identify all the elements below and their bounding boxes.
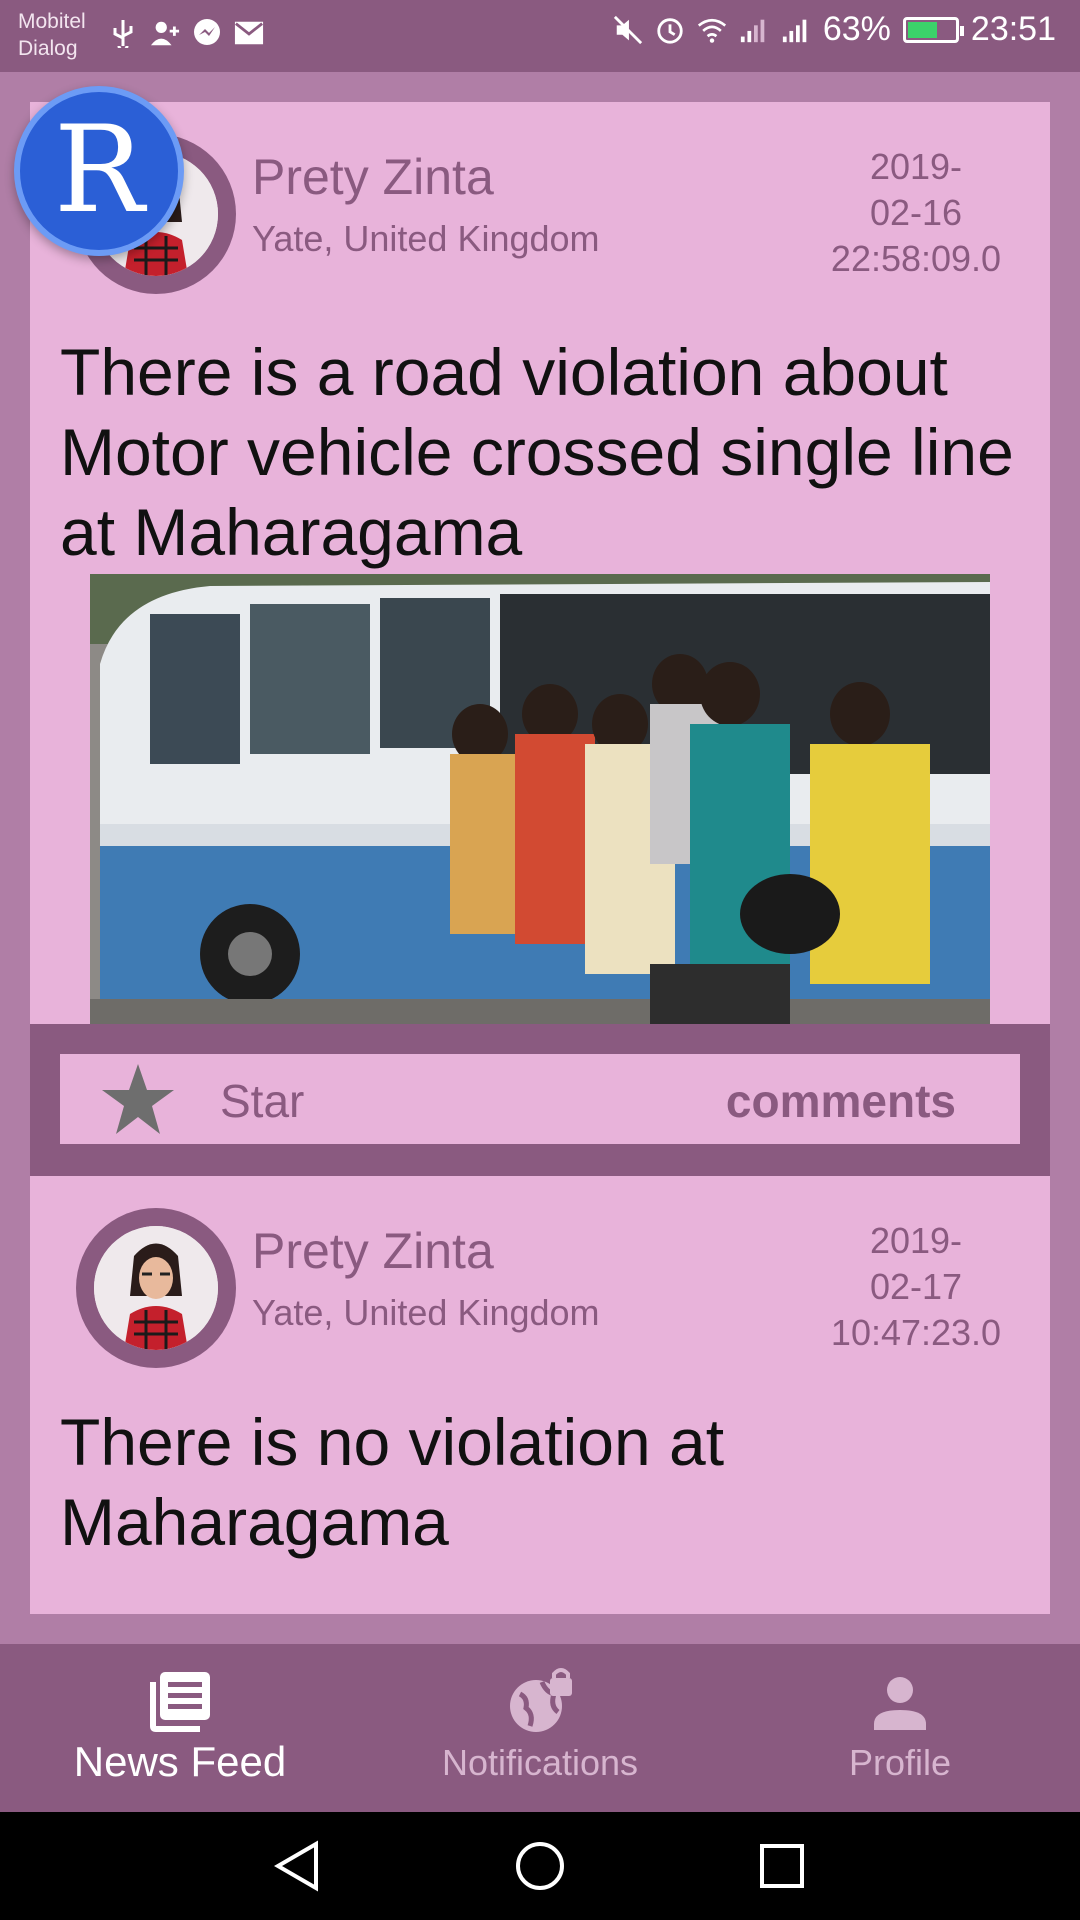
carrier-line-2: Dialog (18, 37, 78, 60)
notification-icons (108, 18, 264, 48)
mail-icon (234, 18, 264, 48)
post-time-line: 10:47:23.0 (830, 1312, 1002, 1353)
system-navigation-bar (0, 1812, 1080, 1920)
post-location: Yate, United Kingdom (252, 218, 600, 259)
post-time-line: 22:58:09.0 (830, 238, 1002, 279)
post-author-name[interactable]: Prety Zinta (252, 1222, 494, 1280)
alarm-icon (655, 15, 685, 45)
floating-r-badge[interactable]: R (14, 86, 184, 256)
post-image[interactable] (90, 574, 990, 1024)
add-contact-icon (150, 18, 180, 48)
globe-lock-icon (506, 1668, 574, 1736)
post-timestamp: 2019- 02-17 10:47:23.0 (816, 1218, 1016, 1356)
post-location: Yate, United Kingdom (252, 1292, 600, 1333)
nav-label-notifications: Notifications (441, 1742, 639, 1783)
nav-label-news-feed: News Feed (73, 1738, 287, 1785)
signal-icon (739, 15, 769, 45)
post-actions: Star comments (30, 1024, 1050, 1176)
news-feed[interactable]: Prety Zinta Yate, United Kingdom 2019- 0… (0, 72, 1080, 1614)
post-date-line: 2019- (869, 1220, 963, 1261)
post-card: Prety Zinta Yate, United Kingdom 2019- 0… (30, 1176, 1050, 1614)
system-status: 63% 23:51 (613, 10, 1056, 49)
status-bar: Mobitel Dialog 63% 23:51 (0, 0, 1080, 72)
post-timestamp: 2019- 02-16 22:58:09.0 (816, 144, 1016, 282)
carrier-line-1: Mobitel (18, 10, 86, 33)
star-icon[interactable] (100, 1062, 176, 1136)
mute-icon (613, 15, 643, 45)
post-action-bar: Star comments (60, 1054, 1020, 1144)
post-card: Prety Zinta Yate, United Kingdom 2019- 0… (30, 102, 1050, 1177)
bottom-navigation: News Feed Notifications Profile (0, 1644, 1080, 1812)
post-author-name[interactable]: Prety Zinta (252, 148, 494, 206)
nav-item-notifications[interactable]: Notifications (360, 1644, 720, 1812)
battery-percent: 63% (822, 10, 891, 48)
post-text: There is no violation at Maharagama (60, 1405, 725, 1559)
home-icon[interactable] (514, 1840, 566, 1892)
comments-button[interactable]: comments (726, 1074, 956, 1128)
nav-item-news-feed[interactable]: News Feed (0, 1644, 360, 1812)
wifi-icon (697, 15, 727, 45)
nav-item-profile[interactable]: Profile (720, 1644, 1080, 1812)
post-date-line: 2019- (869, 146, 963, 187)
battery-level (907, 21, 937, 38)
clock: 23:51 (970, 10, 1056, 48)
recents-icon[interactable] (756, 1840, 808, 1892)
signal-icon (781, 15, 811, 45)
avatar[interactable] (76, 1208, 236, 1368)
badge-letter: R (53, 101, 145, 240)
person-icon (866, 1668, 934, 1736)
newspaper-icon (146, 1668, 214, 1736)
post-date-line: 02-17 (869, 1266, 963, 1307)
back-icon[interactable] (272, 1840, 324, 1892)
usb-icon (108, 18, 138, 48)
post-date-line: 02-16 (869, 192, 963, 233)
star-button[interactable]: Star (220, 1074, 304, 1128)
messenger-icon (192, 18, 222, 48)
nav-label-profile: Profile (848, 1742, 952, 1783)
battery-charging-icon (902, 16, 964, 43)
post-text: There is a road violation about Motor ve… (60, 335, 1014, 569)
carrier-label: Mobitel Dialog (18, 8, 86, 62)
